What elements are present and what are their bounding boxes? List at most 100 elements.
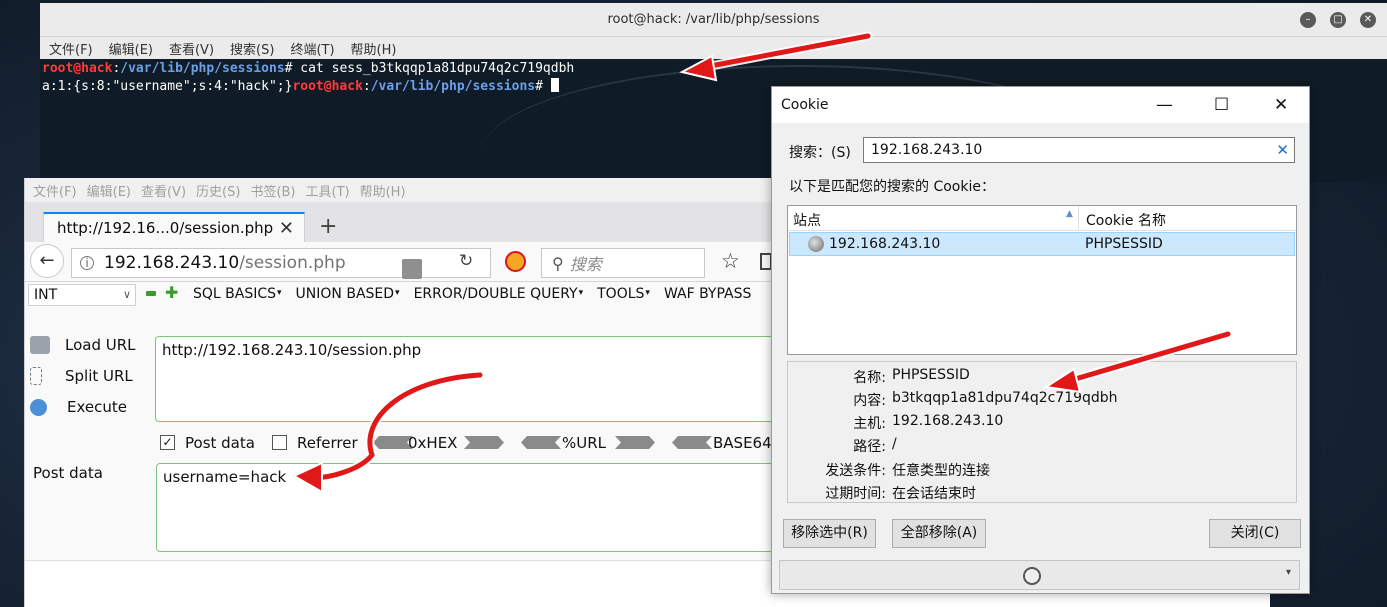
column-divider[interactable]	[1078, 206, 1079, 230]
row-site: 192.168.243.10	[829, 236, 941, 252]
menu-tools[interactable]: TOOLS	[597, 286, 650, 302]
remove-all-button[interactable]: 全部移除(A)	[892, 519, 986, 548]
detail-label: 名称:	[853, 370, 886, 386]
terminal-menu-edit[interactable]: 编辑(E)	[109, 39, 153, 58]
terminal-menu-terminal[interactable]: 终端(T)	[290, 39, 334, 58]
detail-label: 内容:	[853, 393, 886, 409]
hackbar-toggle-icon[interactable]	[505, 251, 526, 272]
site-info-icon[interactable]: i	[80, 256, 94, 270]
back-icon[interactable]: ←	[30, 244, 64, 278]
cookie-details: 名称: PHPSESSID 内容: b3tkqqp1a81dpu74q2c719…	[787, 361, 1297, 503]
terminal-menubar: 文件(F) 编辑(E) 查看(V) 搜索(S) 终端(T) 帮助(H)	[40, 37, 1387, 59]
new-tab-icon[interactable]: +	[319, 214, 337, 239]
chevron-down-icon: ∨	[122, 288, 131, 301]
browser-menu-help[interactable]: 帮助(H)	[360, 181, 406, 200]
table-row[interactable]: 192.168.243.10 PHPSESSID	[789, 232, 1295, 256]
terminal-menu-search[interactable]: 搜索(S)	[230, 39, 274, 58]
terminal-cursor	[550, 78, 559, 92]
close-icon[interactable]: ✕	[1360, 12, 1376, 28]
browser-menu-file[interactable]: 文件(F)	[33, 181, 77, 200]
browser-menu-bookmarks[interactable]: 书签(B)	[250, 181, 295, 200]
post-data-textarea[interactable]: username=hack	[156, 463, 786, 552]
url-decode-arrow-icon[interactable]	[615, 436, 655, 449]
load-url-icon	[30, 336, 50, 354]
prompt-user: root@hack	[292, 79, 363, 94]
referrer-checkbox[interactable]	[272, 435, 287, 450]
minimize-icon[interactable]: —	[1156, 95, 1173, 115]
menu-waf-bypass[interactable]: WAF BYPASS	[664, 286, 751, 302]
close-icon[interactable]: ✕	[1274, 95, 1288, 115]
tab-title: http://192.16...0/session.php	[57, 219, 274, 237]
browser-menu-view[interactable]: 查看(V)	[141, 181, 186, 200]
maximize-icon[interactable]: □	[1330, 12, 1346, 28]
url-encode-arrow-icon[interactable]	[521, 436, 561, 449]
base64-encode-arrow-icon[interactable]	[672, 436, 712, 449]
terminal-menu-view[interactable]: 查看(V)	[169, 39, 214, 58]
cookie-dialog-titlebar[interactable]: Cookie — ☐ ✕	[772, 87, 1309, 123]
split-url-button[interactable]: Split URL	[30, 367, 155, 385]
browser-menu-edit[interactable]: 编辑(E)	[87, 181, 131, 200]
prompt-path: /var/lib/php/sessions	[370, 79, 536, 94]
post-data-checkbox[interactable]: ✓	[160, 435, 175, 450]
prompt-user: root@hack	[42, 61, 113, 76]
search-placeholder: 搜索	[569, 255, 602, 274]
cookie-status-bar[interactable]: ▾	[779, 560, 1300, 590]
split-url-label: Split URL	[65, 367, 133, 385]
column-site[interactable]: 站点	[793, 210, 821, 230]
hex-decode-arrow-icon[interactable]	[464, 436, 504, 449]
cookie-icon	[1023, 567, 1041, 585]
injection-type-select[interactable]: INT ∨	[28, 284, 136, 306]
hex-label: 0xHEX	[408, 434, 458, 452]
terminal-title: root@hack: /var/lib/php/sessions	[607, 12, 820, 27]
terminal-titlebar[interactable]: root@hack: /var/lib/php/sessions – □ ✕	[40, 3, 1387, 37]
execute-icon	[30, 398, 47, 416]
hackbar-menus: SQL BASICS UNION BASED ERROR/DOUBLE QUER…	[193, 286, 751, 302]
url-path: /session.php	[239, 253, 346, 273]
reader-view-icon[interactable]	[402, 259, 422, 279]
maximize-icon[interactable]: ☐	[1214, 95, 1229, 115]
reload-icon[interactable]: ↻	[459, 251, 473, 271]
prompt-separator: :	[362, 79, 371, 94]
terminal-menu-file[interactable]: 文件(F)	[49, 39, 93, 58]
remove-selected-button[interactable]: 移除选中(R)	[783, 519, 876, 548]
url-textarea[interactable]: http://192.168.243.10/session.php	[155, 336, 785, 422]
detail-label: 主机:	[853, 416, 886, 432]
cookie-dialog-title: Cookie	[781, 97, 829, 113]
hex-encode-arrow-icon[interactable]	[373, 436, 413, 449]
cookie-search-input[interactable]: 192.168.243.10 ✕	[863, 137, 1295, 163]
menu-union-based[interactable]: UNION BASED	[296, 286, 400, 302]
search-icon: ⚲	[552, 253, 564, 273]
prompt-path: /var/lib/php/sessions	[120, 61, 285, 76]
cookie-dialog: Cookie — ☐ ✕ 搜索：(S) 192.168.243.10 ✕ 以下是…	[771, 86, 1310, 594]
clear-search-icon[interactable]: ✕	[1276, 138, 1289, 162]
search-input[interactable]: ⚲ 搜索	[541, 248, 705, 278]
detail-value: 在会话结束时	[892, 486, 976, 502]
bookmark-star-icon[interactable]: ☆	[721, 249, 740, 273]
increase-icon[interactable]: ✚	[165, 285, 178, 301]
browser-menu-tools[interactable]: 工具(T)	[306, 181, 350, 200]
cookie-table: 站点 ▲ Cookie 名称 192.168.243.10 PHPSESSID	[787, 205, 1297, 355]
menu-error-double-query[interactable]: ERROR/DOUBLE QUERY	[414, 286, 584, 302]
tab-session[interactable]: http://192.16...0/session.php ✕	[43, 212, 305, 242]
column-cookie-name[interactable]: Cookie 名称	[1086, 210, 1166, 230]
tab-close-icon[interactable]: ✕	[279, 218, 294, 239]
minimize-icon[interactable]: –	[1300, 12, 1316, 28]
detail-value: 任意类型的连接	[892, 463, 990, 479]
prompt-symbol: #	[535, 79, 551, 94]
terminal-menu-help[interactable]: 帮助(H)	[351, 39, 397, 58]
url-host: 192.168.243.10	[104, 253, 240, 273]
base64-label: BASE64	[713, 434, 772, 452]
close-button[interactable]: 关闭(C)	[1209, 519, 1301, 548]
terminal-line-1: root@hack:/var/lib/php/sessions# cat ses…	[42, 60, 1387, 78]
execute-button[interactable]: Execute	[30, 398, 155, 416]
menu-sql-basics[interactable]: SQL BASICS	[193, 286, 282, 302]
address-bar[interactable]: i 192.168.243.10/session.php	[71, 248, 491, 279]
cookie-table-header: 站点 ▲ Cookie 名称	[788, 206, 1296, 231]
detail-label: 路径:	[853, 439, 886, 455]
chevron-down-icon[interactable]: ▾	[1286, 567, 1291, 578]
detail-label: 过期时间:	[825, 486, 886, 502]
terminal-output: a:1:{s:8:"username";s:4:"hack";}	[42, 79, 293, 94]
browser-menu-history[interactable]: 历史(S)	[196, 181, 240, 200]
decrease-icon[interactable]	[146, 291, 156, 296]
load-url-button[interactable]: Load URL	[30, 336, 155, 354]
